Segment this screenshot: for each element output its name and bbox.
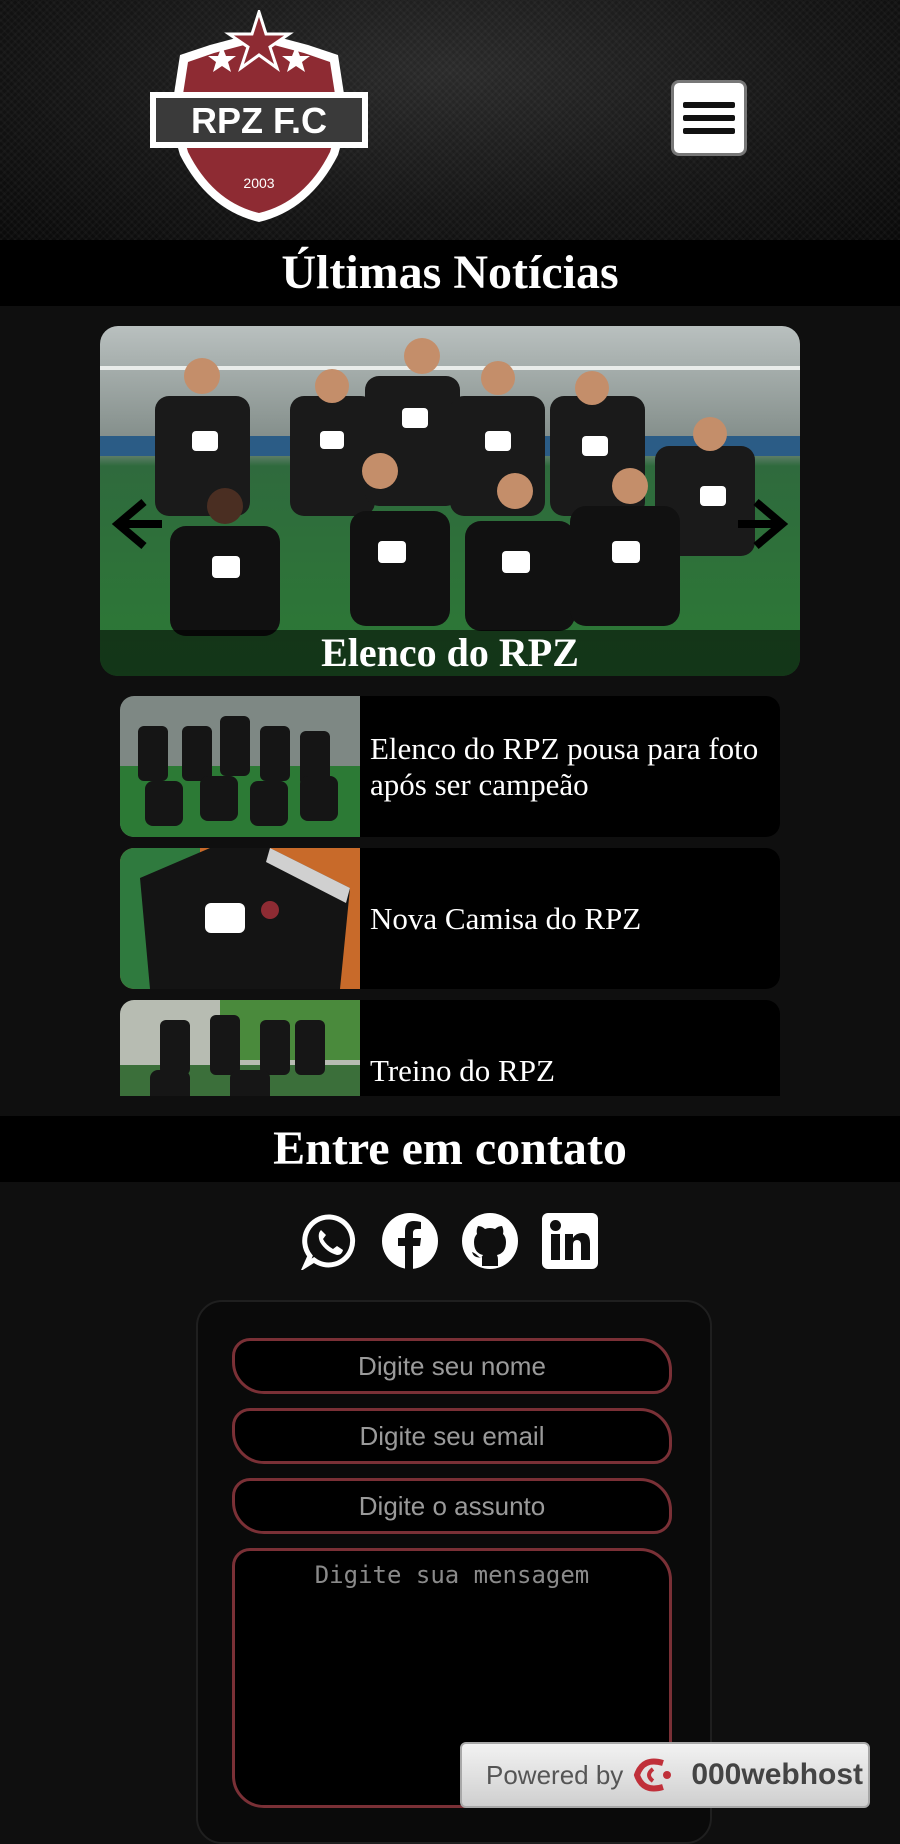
- rpz-fc-crest-logo[interactable]: RPZ F.C 2003: [150, 10, 368, 228]
- carousel-prev-arrow-icon[interactable]: [106, 494, 166, 554]
- logo-year: 2003: [243, 175, 274, 191]
- news-item[interactable]: Elenco do RPZ pousa para foto após ser c…: [120, 696, 780, 837]
- powered-by-label: Powered by: [486, 1759, 624, 1790]
- carousel-caption: Elenco do RPZ: [100, 630, 800, 676]
- carousel-next-arrow-icon[interactable]: [734, 494, 794, 554]
- team-photo-thumbnail: [120, 696, 360, 837]
- logo-text: RPZ F.C: [191, 100, 327, 141]
- email-field[interactable]: Digite seu email: [232, 1408, 672, 1464]
- whatsapp-icon[interactable]: [301, 1212, 359, 1270]
- news-item-title[interactable]: Nova Camisa do RPZ: [370, 848, 774, 989]
- linkedin-icon[interactable]: [541, 1212, 599, 1270]
- hosting-badge[interactable]: Powered by 000webhost: [460, 1742, 870, 1808]
- subject-field[interactable]: Digite o assunto: [232, 1478, 672, 1534]
- webhost-logo-icon: [634, 1758, 672, 1792]
- news-list[interactable]: Elenco do RPZ pousa para foto após ser c…: [120, 696, 780, 1096]
- hamburger-menu-button[interactable]: [671, 80, 747, 156]
- hamburger-menu-icon: [683, 102, 735, 108]
- jersey-photo-thumbnail: [120, 848, 360, 989]
- news-item[interactable]: Nova Camisa do RPZ: [120, 848, 780, 989]
- news-carousel[interactable]: Elenco do RPZ: [100, 326, 800, 676]
- news-item-title[interactable]: Elenco do RPZ pousa para foto após ser c…: [370, 696, 774, 837]
- news-item-title[interactable]: Treino do RPZ: [370, 1000, 774, 1096]
- site-header: RPZ F.C 2003: [0, 0, 900, 240]
- webhost-brand-label: 000webhost: [691, 1758, 864, 1791]
- news-section-title: Últimas Notícias: [0, 240, 900, 306]
- facebook-icon[interactable]: [381, 1212, 439, 1270]
- news-item[interactable]: Treino do RPZ: [120, 1000, 780, 1096]
- name-field[interactable]: Digite seu nome: [232, 1338, 672, 1394]
- contact-section-title: Entre em contato: [0, 1116, 900, 1182]
- carousel-slide-image: [100, 326, 800, 676]
- github-icon[interactable]: [461, 1212, 519, 1270]
- training-photo-thumbnail: [120, 1000, 360, 1096]
